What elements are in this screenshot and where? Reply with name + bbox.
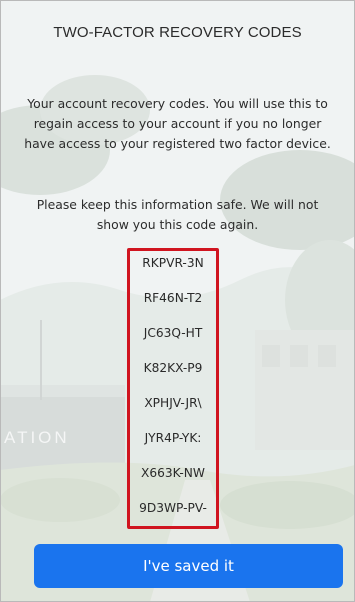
recovery-code: K82KX-P9 [143,361,203,375]
saved-it-button[interactable]: I've saved it [34,544,343,588]
recovery-codes-screen: ATION TWO-FACTOR RECOVERY CODES Your acc… [0,0,355,602]
recovery-code: RKPVR-3N [142,256,204,270]
dialog-title: TWO-FACTOR RECOVERY CODES [53,24,302,41]
recovery-code: X663K-NW [141,466,205,480]
recovery-code: XPHJV-JR\ [144,396,202,410]
recovery-warning: Please keep this information safe. We wi… [36,197,319,232]
recovery-description: Your account recovery codes. You will us… [24,96,331,151]
recovery-codes-list: RKPVR-3N RF46N-T2 JC63Q-HT K82KX-P9 XPHJ… [127,248,219,529]
recovery-code: 9D3WP-PV- [139,501,207,515]
recovery-code: RF46N-T2 [143,291,203,305]
recovery-code: JC63Q-HT [143,326,203,340]
recovery-code: JYR4P-YK: [144,431,202,445]
